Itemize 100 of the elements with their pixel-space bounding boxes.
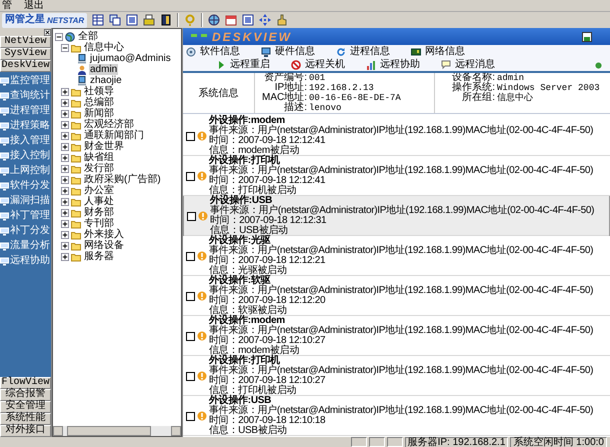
door-icon[interactable]: [160, 14, 172, 26]
tree-item[interactable]: 总编部: [83, 97, 115, 108]
collapse-icon[interactable]: [61, 44, 69, 52]
sidebar-item[interactable]: 接入管理: [0, 135, 51, 147]
checkbox[interactable]: [186, 372, 195, 380]
sidebar-tab[interactable]: 对外接口: [0, 425, 51, 437]
copy-icon[interactable]: [109, 14, 122, 26]
action-button[interactable]: 网络信息: [408, 45, 483, 58]
expand-icon[interactable]: [61, 132, 69, 140]
expand-icon[interactable]: [61, 176, 69, 184]
sidebar-item[interactable]: 流量分析: [0, 240, 51, 252]
window-icon[interactable]: [242, 14, 254, 26]
tree-item[interactable]: 新闻部: [83, 108, 115, 119]
sidebar-item[interactable]: 软件分发: [0, 180, 51, 192]
event-row[interactable]: 外设操作:modem 事件来源：用户(netstar@Administrator)IP地址(192.168.1.99)MAC地址(02-00-4C-4F-4F-50) 时间：2007-09-18 12:10:27 信息：modem被启动: [183, 316, 610, 356]
expand-icon[interactable]: [61, 252, 69, 260]
expand-icon[interactable]: [61, 110, 69, 118]
event-row[interactable]: 外设操作:打印机 事件来源：用户(netstar@Administrator)IP地址(192.168.1.99)MAC地址(02-00-4C-4F-4F-50) 时间：2007-09-18 12:12:41 信息：打印机被启动: [183, 156, 610, 196]
sidebar-tab[interactable]: 综合报警: [0, 389, 51, 401]
checkbox[interactable]: [186, 172, 195, 180]
calendar-icon[interactable]: [225, 14, 238, 26]
tree-item[interactable]: 缺省组: [83, 152, 115, 163]
hand-icon[interactable]: [276, 14, 288, 26]
action-button[interactable]: 硬件信息: [258, 45, 333, 58]
expand-icon[interactable]: [61, 88, 69, 96]
expand-icon[interactable]: [61, 98, 69, 106]
action-button[interactable]: 远程关机: [288, 58, 363, 71]
export-icon[interactable]: [582, 32, 592, 42]
expand-icon[interactable]: [61, 208, 69, 216]
event-row[interactable]: 外设操作:打印机 事件来源：用户(netstar@Administrator)IP地址(192.168.1.99)MAC地址(02-00-4C-4F-4F-50) 时间：2007-09-18 12:10:27 信息：打印机被启动: [183, 356, 610, 396]
tree-item[interactable]: 社领导: [83, 86, 115, 97]
tree-item[interactable]: 信息中心: [83, 42, 125, 53]
action-button[interactable]: 远程协助: [363, 58, 438, 71]
tree-item[interactable]: 发行部: [83, 163, 115, 174]
collapse-icon[interactable]: [55, 32, 63, 40]
sidebar-item[interactable]: 补丁分发: [0, 225, 51, 237]
tree-item[interactable]: 宏观经济部: [83, 119, 135, 130]
event-row[interactable]: 外设操作:软驱 事件来源：用户(netstar@Administrator)IP地址(192.168.1.99)MAC地址(02-00-4C-4F-4F-50) 时间：2007-09-18 12:12:20 信息：软驱被启动: [183, 276, 610, 316]
sidebar-item[interactable]: 进程管理: [0, 105, 51, 117]
tree-item[interactable]: 财金世界: [83, 141, 125, 152]
checkbox[interactable]: [186, 292, 195, 300]
horizontal-scrollbar[interactable]: [53, 426, 181, 436]
tree-item[interactable]: jujumao@Adminis: [89, 53, 172, 64]
globe-icon[interactable]: [208, 14, 220, 26]
action-button[interactable]: 软件信息: [183, 45, 258, 58]
action-button[interactable]: 进程信息: [333, 45, 408, 58]
expand-icon[interactable]: [61, 120, 69, 128]
checkbox[interactable]: [187, 212, 196, 220]
expand-icon[interactable]: [61, 242, 69, 250]
checkbox[interactable]: [186, 412, 195, 420]
event-row[interactable]: 外设操作:modem 事件来源：用户(netstar@Administrator)IP地址(192.168.1.99)MAC地址(02-00-4C-4F-4F-50) 时间：2007-09-18 12:12:41 信息：modem被启动: [183, 116, 610, 156]
tree-item[interactable]: 政府采购(广告部): [83, 174, 162, 185]
tree-item[interactable]: 专刊部: [83, 218, 115, 229]
expand-icon[interactable]: [61, 230, 69, 238]
menu-item[interactable]: 退出: [22, 0, 46, 11]
table-icon[interactable]: [92, 14, 104, 26]
tree-item[interactable]: 外来接入: [83, 229, 125, 240]
tree-item[interactable]: 服务器: [83, 251, 115, 262]
event-row[interactable]: 外设操作:USB 事件来源：用户(netstar@Administrator)IP地址(192.168.1.99)MAC地址(02-00-4C-4F-4F-50) 时间：2007-09-18 12:10:18 信息：USB被启动: [183, 396, 610, 436]
event-row[interactable]: 外设操作:USB 事件来源：用户(netstar@Administrator)IP地址(192.168.1.99)MAC地址(02-00-4C-4F-4F-50) 时间：2007-09-18 12:12:31 信息：USB被启动: [183, 196, 610, 236]
sidebar-item[interactable]: 查询统计: [0, 90, 51, 102]
sidebar-item[interactable]: 补丁管理: [0, 210, 51, 222]
event-time: 时间：2007-09-18 12:10:18: [209, 416, 326, 426]
action-button[interactable]: 远程消息: [438, 58, 513, 71]
tree-item[interactable]: 财务部: [83, 207, 115, 218]
sidebar-tab[interactable]: DeskView: [0, 60, 51, 72]
tree-item[interactable]: 办公室: [83, 185, 115, 196]
expand-icon[interactable]: [61, 198, 69, 206]
move-icon[interactable]: [259, 14, 272, 26]
expand-icon[interactable]: [61, 186, 69, 194]
checkbox[interactable]: [186, 332, 195, 340]
printer-icon[interactable]: [143, 14, 156, 26]
sidebar-item[interactable]: 接入控制: [0, 150, 51, 162]
sidebar-item[interactable]: 远程协助: [0, 255, 51, 267]
expand-icon[interactable]: [61, 154, 69, 162]
tree-item[interactable]: 通联新闻部门: [83, 130, 145, 141]
sidebar-tab[interactable]: FlowView: [0, 377, 51, 389]
tree-item[interactable]: 网络设备: [83, 240, 125, 251]
tree-item[interactable]: admin: [89, 64, 118, 75]
menu-item[interactable]: 管: [0, 0, 14, 11]
sidebar-tab[interactable]: 系统性能: [0, 413, 51, 425]
checkbox[interactable]: [186, 132, 195, 140]
action-button[interactable]: 远程重启: [213, 58, 288, 71]
expand-icon[interactable]: [61, 142, 69, 150]
sidebar-tab[interactable]: 安全管理: [0, 401, 51, 413]
event-row[interactable]: 外设操作:光驱 事件来源：用户(netstar@Administrator)IP地址(192.168.1.99)MAC地址(02-00-4C-4F-4F-50) 时间：2007-09-18 12:12:21 信息：光驱被启动: [183, 236, 610, 276]
tree-item[interactable]: 人事处: [83, 196, 115, 207]
sidebar-item[interactable]: 进程策略: [0, 120, 51, 132]
tree-item[interactable]: zhaojie: [89, 75, 123, 86]
checkbox[interactable]: [186, 252, 195, 260]
expand-icon[interactable]: [61, 164, 69, 172]
tree-item[interactable]: 全部: [77, 31, 99, 42]
sidebar-item[interactable]: 漏洞扫描: [0, 195, 51, 207]
close-icon[interactable]: [44, 28, 51, 36]
sidebar-tab[interactable]: SysView: [0, 48, 51, 60]
sidebar-item[interactable]: 上网控制: [0, 165, 51, 177]
expand-icon[interactable]: [61, 220, 69, 228]
sidebar-tab[interactable]: NetView: [0, 36, 51, 48]
window-icon[interactable]: [126, 14, 138, 26]
sidebar-item[interactable]: 监控管理: [0, 75, 51, 87]
